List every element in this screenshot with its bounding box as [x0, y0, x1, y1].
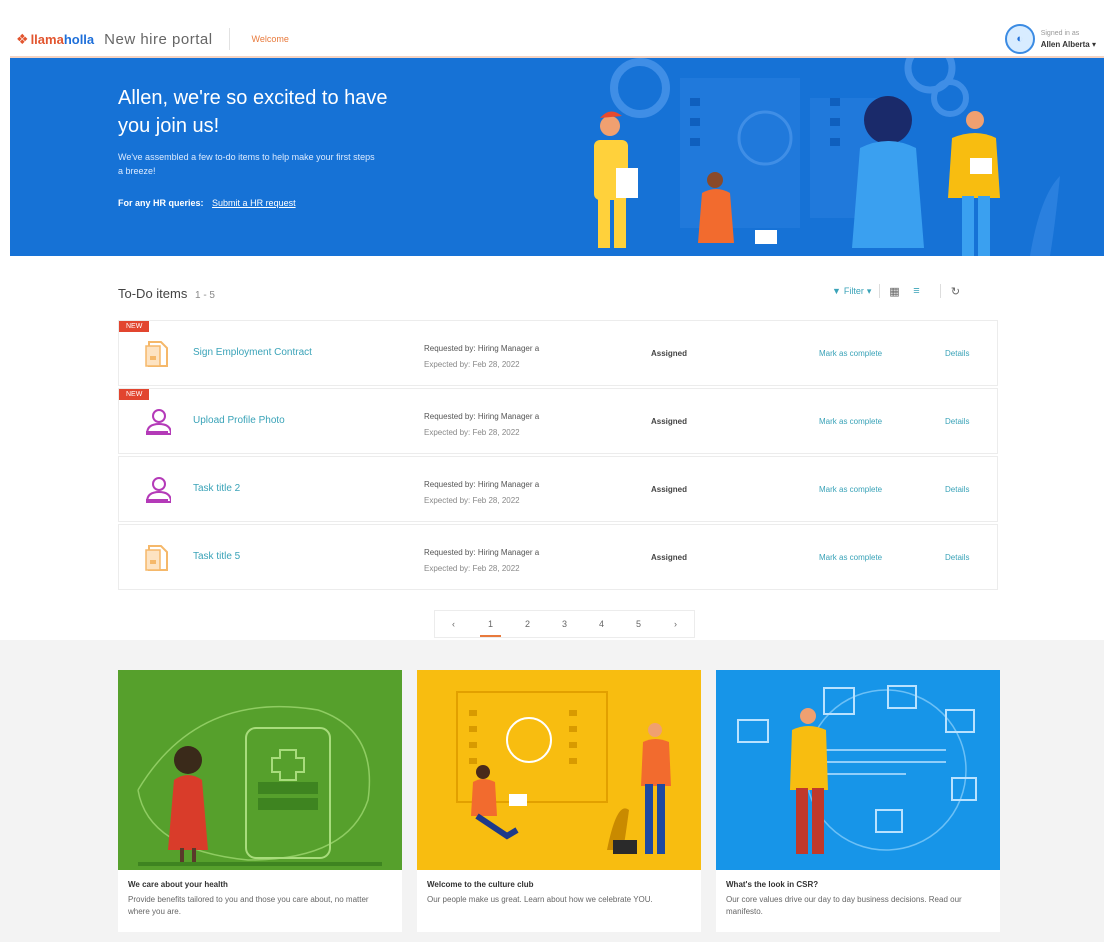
- task-name-link[interactable]: Upload Profile Photo: [193, 415, 285, 426]
- csr-illustration: [716, 670, 1000, 870]
- toolbar-divider: [879, 284, 881, 298]
- health-card[interactable]: We care about your health Provide benefi…: [118, 670, 402, 932]
- hr-request-link[interactable]: Submit a HR request: [212, 198, 296, 208]
- logo-mark-icon: ❖: [16, 30, 29, 47]
- welcome-banner: Allen, we're so excited to have you join…: [10, 58, 1104, 256]
- filter-icon: ▼: [832, 286, 841, 296]
- task-meta: Requested by: Hiring Manager a Expected …: [424, 477, 539, 509]
- filter-label: Filter: [843, 286, 864, 296]
- todo-title-text: To-Do items: [118, 286, 188, 301]
- todo-toolbar: ▼ Filter ▾ ▦ ≡ ↻: [832, 284, 971, 298]
- details-link[interactable]: Details: [945, 485, 969, 494]
- details-link[interactable]: Details: [945, 349, 969, 358]
- page: ❖ llama holla New hire portal Welcome ◐ S…: [0, 0, 1104, 942]
- requested-by: Requested by: Hiring Manager a: [424, 412, 540, 421]
- document-icon: [145, 341, 168, 367]
- card-title: What's the look in CSR?: [726, 880, 819, 889]
- mark-complete-link[interactable]: Mark as complete: [819, 349, 882, 358]
- portal-title: New hire portal: [104, 30, 213, 48]
- chevron-down-icon: ▾: [1091, 40, 1096, 49]
- todo-count: 1 - 5: [194, 290, 215, 301]
- csr-card[interactable]: What's the look in CSR? Our core values …: [716, 670, 1000, 932]
- card-title: We care about your health: [128, 880, 228, 889]
- toolbar-divider: [940, 284, 942, 298]
- details-link[interactable]: Details: [945, 417, 969, 426]
- list-view-icon[interactable]: ≡: [910, 285, 922, 297]
- grid-view-icon[interactable]: ▦: [888, 285, 900, 298]
- filter-button[interactable]: ▼ Filter ▾: [832, 286, 871, 297]
- expected-by: Expected by: Feb 28, 2022: [424, 360, 520, 369]
- mark-complete-link[interactable]: Mark as complete: [819, 417, 882, 426]
- requested-by: Requested by: Hiring Manager a: [424, 548, 540, 557]
- prev-page-button[interactable]: ‹: [435, 611, 472, 637]
- expected-by: Expected by: Feb 28, 2022: [424, 428, 520, 437]
- expected-by: Expected by: Feb 28, 2022: [424, 496, 520, 505]
- card-title: Welcome to the culture club: [427, 880, 534, 889]
- new-badge: NEW: [119, 321, 150, 332]
- task-meta: Requested by: Hiring Manager a Expected …: [424, 545, 539, 577]
- status-text: Assigned: [651, 349, 688, 358]
- profile-photo-icon: [145, 477, 171, 503]
- page-button-1[interactable]: 1: [472, 611, 509, 637]
- avatar: ◐: [1004, 24, 1035, 54]
- page-button-2[interactable]: 2: [509, 611, 546, 637]
- requested-by: Requested by: Hiring Manager a: [424, 480, 540, 489]
- top-header: ❖ llama holla New hire portal Welcome ◐ S…: [10, 22, 1104, 58]
- page-button-5[interactable]: 5: [620, 611, 657, 637]
- next-page-button[interactable]: ›: [657, 611, 694, 637]
- refresh-icon[interactable]: ↻: [949, 285, 961, 298]
- task-name-link[interactable]: Sign Employment Contract: [193, 347, 312, 358]
- user-menu[interactable]: ◐ Signed in as Allen Alberta ▾: [1004, 24, 1096, 54]
- hr-query-label: For any HR queries:: [118, 198, 204, 208]
- banner-title: Allen, we're so excited to have you join…: [118, 87, 388, 137]
- logo-word-2: holla: [63, 31, 95, 47]
- card-description: Provide benefits tailored to you and tho…: [128, 895, 369, 916]
- tab-welcome[interactable]: Welcome: [252, 34, 289, 44]
- card-description: Our people make us great. Learn about ho…: [427, 895, 653, 904]
- task-name-link[interactable]: Task title 2: [193, 483, 240, 494]
- table-row[interactable]: Task title 2 Requested by: Hiring Manage…: [118, 456, 998, 522]
- table-row[interactable]: NEW Sign Employment Contract Requested b…: [118, 320, 998, 386]
- user-caption: Signed in as: [1040, 30, 1080, 37]
- logo-word-1: llama: [30, 31, 64, 47]
- profile-photo-icon: [145, 409, 171, 435]
- details-link[interactable]: Details: [945, 553, 969, 562]
- health-illustration: [118, 670, 402, 870]
- pagination: ‹ 1 2 3 4 5 ›: [434, 610, 695, 638]
- page-button-4[interactable]: 4: [583, 611, 620, 637]
- culture-illustration: [417, 670, 701, 870]
- todo-title: To-Do items 1 - 5: [118, 286, 215, 301]
- requested-by: Requested by: Hiring Manager a: [424, 344, 540, 353]
- task-name-link[interactable]: Task title 5: [193, 551, 240, 562]
- page-button-3[interactable]: 3: [546, 611, 583, 637]
- company-logo[interactable]: ❖ llama holla: [16, 31, 94, 48]
- status-text: Assigned: [651, 417, 688, 426]
- hr-query-line: For any HR queries: Submit a HR request: [118, 198, 296, 208]
- todo-list: NEW Sign Employment Contract Requested b…: [118, 320, 998, 592]
- banner-illustration: [594, 58, 1060, 256]
- task-meta: Requested by: Hiring Manager a Expected …: [424, 409, 539, 441]
- status-text: Assigned: [651, 553, 688, 562]
- expected-by: Expected by: Feb 28, 2022: [424, 564, 520, 573]
- mark-complete-link[interactable]: Mark as complete: [819, 485, 882, 494]
- table-row[interactable]: Task title 5 Requested by: Hiring Manage…: [118, 524, 998, 590]
- document-icon: [145, 545, 168, 571]
- table-row[interactable]: NEW Upload Profile Photo Requested by: H…: [118, 388, 998, 454]
- header-divider: [228, 28, 230, 50]
- mark-complete-link[interactable]: Mark as complete: [819, 553, 882, 562]
- banner-description: We've assembled a few to-do items to hel…: [118, 152, 375, 176]
- user-name: Allen Alberta ▾: [1040, 40, 1096, 49]
- chevron-down-icon: ▾: [866, 285, 872, 296]
- status-text: Assigned: [651, 485, 688, 494]
- new-badge: NEW: [119, 389, 150, 400]
- culture-card[interactable]: Welcome to the culture club Our people m…: [417, 670, 701, 932]
- task-meta: Requested by: Hiring Manager a Expected …: [424, 341, 539, 373]
- card-description: Our core values drive our day to day bus…: [726, 895, 962, 916]
